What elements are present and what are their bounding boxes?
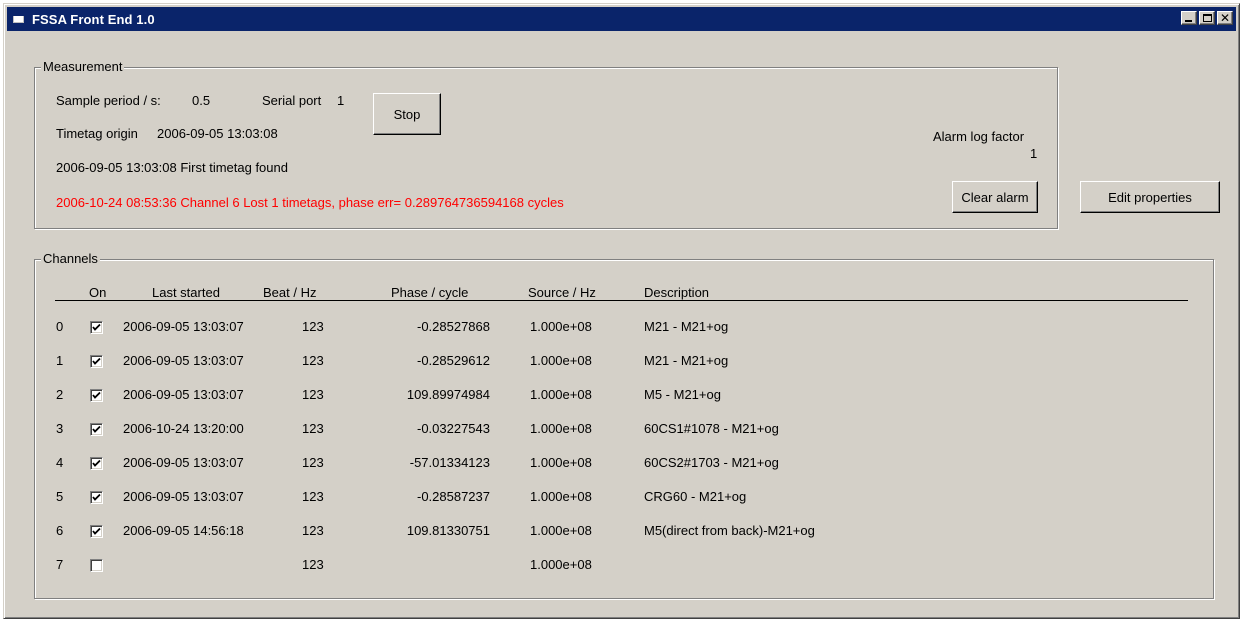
alarm-message: 2006-10-24 08:53:36 Channel 6 Lost 1 tim…	[56, 195, 564, 210]
channel-source: 1.000e+08	[530, 557, 592, 572]
channel-source: 1.000e+08	[530, 455, 592, 470]
channel-beat: 123	[302, 489, 324, 504]
channels-legend: Channels	[41, 251, 100, 266]
channel-on-checkbox[interactable]	[90, 491, 103, 504]
channel-on-checkbox[interactable]	[90, 457, 103, 470]
channel-description: CRG60 - M21+og	[644, 489, 747, 504]
check-icon	[92, 391, 101, 399]
channel-index: 4	[56, 455, 64, 470]
edit-properties-button[interactable]: Edit properties	[1080, 181, 1220, 213]
channel-on-checkbox[interactable]	[90, 355, 103, 368]
header-beat: Beat / Hz	[263, 285, 317, 300]
channel-on-checkbox[interactable]	[90, 389, 103, 402]
check-icon	[92, 425, 101, 433]
channel-source: 1.000e+08	[530, 387, 592, 402]
channel-on-checkbox[interactable]	[90, 525, 103, 538]
check-icon	[92, 493, 101, 501]
header-on: On	[89, 285, 107, 300]
serial-port-label: Serial port	[262, 93, 322, 108]
channel-index: 5	[56, 489, 64, 504]
channel-phase: -0.03227543	[416, 421, 490, 436]
channel-phase: -0.28529612	[416, 353, 490, 368]
channel-last-started: 2006-09-05 14:56:18	[123, 523, 244, 538]
measurement-legend: Measurement	[41, 59, 125, 74]
channel-index: 7	[56, 557, 64, 572]
channel-last-started: 2006-09-05 13:03:07	[123, 455, 244, 470]
channel-beat: 123	[302, 387, 324, 402]
minimize-icon	[1185, 20, 1192, 22]
channel-last-started: 2006-09-05 13:03:07	[123, 489, 244, 504]
channel-beat: 123	[302, 353, 324, 368]
title-bar[interactable]: FSSA Front End 1.0 ✕	[7, 7, 1236, 31]
close-icon: ✕	[1219, 11, 1231, 25]
channel-description: M21 - M21+og	[644, 319, 729, 334]
check-icon	[92, 527, 101, 535]
channel-source: 1.000e+08	[530, 421, 592, 436]
channel-source: 1.000e+08	[530, 489, 592, 504]
channel-on-checkbox[interactable]	[90, 559, 103, 572]
channel-last-started: 2006-10-24 13:20:00	[123, 421, 244, 436]
channel-phase: 109.81330751	[406, 523, 490, 538]
channel-last-started: 2006-09-05 13:03:07	[123, 319, 244, 334]
channel-description: M21 - M21+og	[644, 353, 729, 368]
sample-period-label: Sample period / s:	[56, 93, 161, 108]
first-timetag-message: 2006-09-05 13:03:08 First timetag found	[56, 160, 288, 175]
channel-last-started: 2006-09-05 13:03:07	[123, 387, 244, 402]
alarm-log-factor-label: Alarm log factor	[933, 129, 1025, 144]
sample-period-value: 0.5	[192, 93, 211, 108]
serial-port-value: 1	[337, 93, 345, 108]
minimize-button[interactable]	[1181, 11, 1197, 25]
check-icon	[92, 459, 101, 467]
timetag-origin-label: Timetag origin	[56, 126, 138, 141]
channel-index: 0	[56, 319, 64, 334]
channel-description: M5 - M21+og	[644, 387, 721, 402]
check-icon	[92, 323, 101, 331]
channel-source: 1.000e+08	[530, 523, 592, 538]
channel-beat: 123	[302, 455, 324, 470]
alarm-log-factor-value[interactable]: 1	[1030, 146, 1037, 161]
channel-beat: 123	[302, 421, 324, 436]
window-title: FSSA Front End 1.0	[32, 11, 155, 27]
timetag-origin-value: 2006-09-05 13:03:08	[157, 126, 278, 141]
channel-beat: 123	[302, 557, 324, 572]
maximize-button[interactable]	[1199, 11, 1215, 25]
close-button[interactable]: ✕	[1217, 11, 1233, 25]
channel-last-started: 2006-09-05 13:03:07	[123, 353, 244, 368]
channel-description: 60CS2#1703 - M21+og	[644, 455, 779, 470]
channel-source: 1.000e+08	[530, 353, 592, 368]
check-icon	[92, 357, 101, 365]
header-last-started: Last started	[152, 285, 220, 300]
channel-on-checkbox[interactable]	[90, 321, 103, 334]
channel-phase: -0.28527868	[416, 319, 490, 334]
channel-source: 1.000e+08	[530, 319, 592, 334]
stop-button[interactable]: Stop	[373, 93, 441, 135]
header-description: Description	[644, 285, 710, 300]
header-source: Source / Hz	[528, 285, 596, 300]
channel-description: M5(direct from back)-M21+og	[644, 523, 815, 538]
channel-index: 1	[56, 353, 64, 368]
header-phase: Phase / cycle	[391, 285, 469, 300]
channel-phase: -0.28587237	[416, 489, 490, 504]
channel-beat: 123	[302, 319, 324, 334]
channel-description: 60CS1#1078 - M21+og	[644, 421, 779, 436]
clear-alarm-button[interactable]: Clear alarm	[952, 181, 1038, 213]
channel-index: 2	[56, 387, 64, 402]
channel-phase: 109.89974984	[406, 387, 490, 402]
channel-on-checkbox[interactable]	[90, 423, 103, 436]
maximize-icon	[1203, 14, 1212, 22]
app-window-icon[interactable]	[11, 11, 27, 27]
channel-index: 6	[56, 523, 64, 538]
channel-phase: -57.01334123	[409, 455, 490, 470]
channel-index: 3	[56, 421, 64, 436]
header-divider	[55, 300, 1188, 301]
channel-beat: 123	[302, 523, 324, 538]
